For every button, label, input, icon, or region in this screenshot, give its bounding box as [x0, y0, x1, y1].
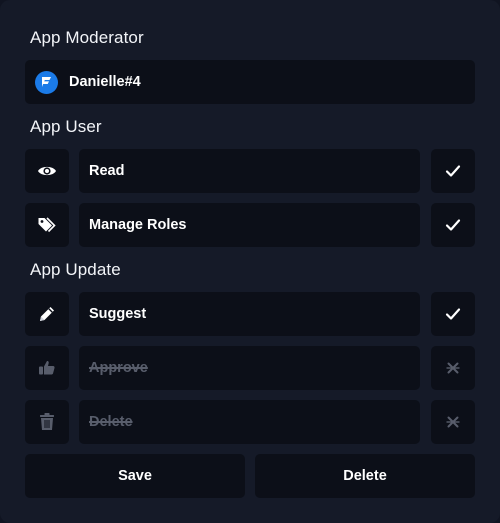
check-icon	[445, 219, 461, 231]
thumbs-up-icon	[39, 361, 55, 375]
permission-label: Delete	[89, 414, 133, 430]
permission-icon-approve	[25, 346, 69, 390]
permission-icon-read	[25, 149, 69, 193]
permission-row-delete: Delete	[79, 400, 420, 444]
app-user-section-title: App User	[30, 117, 102, 136]
permissions-panel: App Moderator Danielle#4 App User Read M…	[0, 0, 500, 523]
moderator-user-field[interactable]: Danielle#4	[25, 60, 475, 104]
permission-label: Read	[89, 163, 125, 179]
permission-icon-manage-roles	[25, 203, 69, 247]
permission-toggle-read[interactable]	[431, 149, 475, 193]
permission-label: Suggest	[89, 306, 147, 322]
eye-icon	[38, 166, 56, 176]
permission-row-read: Read	[79, 149, 420, 193]
permission-row-manage-roles: Manage Roles	[79, 203, 420, 247]
permission-row-suggest: Suggest	[79, 292, 420, 336]
permission-icon-suggest	[25, 292, 69, 336]
permission-toggle-approve[interactable]	[431, 346, 475, 390]
tags-icon	[38, 217, 56, 233]
trash-icon	[40, 413, 54, 430]
check-icon	[445, 308, 461, 320]
permission-toggle-delete[interactable]	[431, 400, 475, 444]
permission-label: Approve	[89, 360, 148, 376]
pencil-icon	[40, 307, 54, 321]
permission-row-approve: Approve	[79, 346, 420, 390]
permission-icon-delete	[25, 400, 69, 444]
moderator-section-title: App Moderator	[30, 28, 144, 47]
check-icon	[445, 165, 461, 177]
app-logo-icon	[35, 70, 58, 94]
close-icon	[446, 362, 460, 374]
save-button[interactable]: Save	[25, 454, 245, 498]
delete-button[interactable]: Delete	[255, 454, 475, 498]
close-icon	[446, 416, 460, 428]
app-update-section-title: App Update	[30, 260, 121, 279]
permission-toggle-suggest[interactable]	[431, 292, 475, 336]
permission-label: Manage Roles	[89, 217, 187, 233]
permission-toggle-manage-roles[interactable]	[431, 203, 475, 247]
moderator-username: Danielle#4	[69, 74, 141, 90]
